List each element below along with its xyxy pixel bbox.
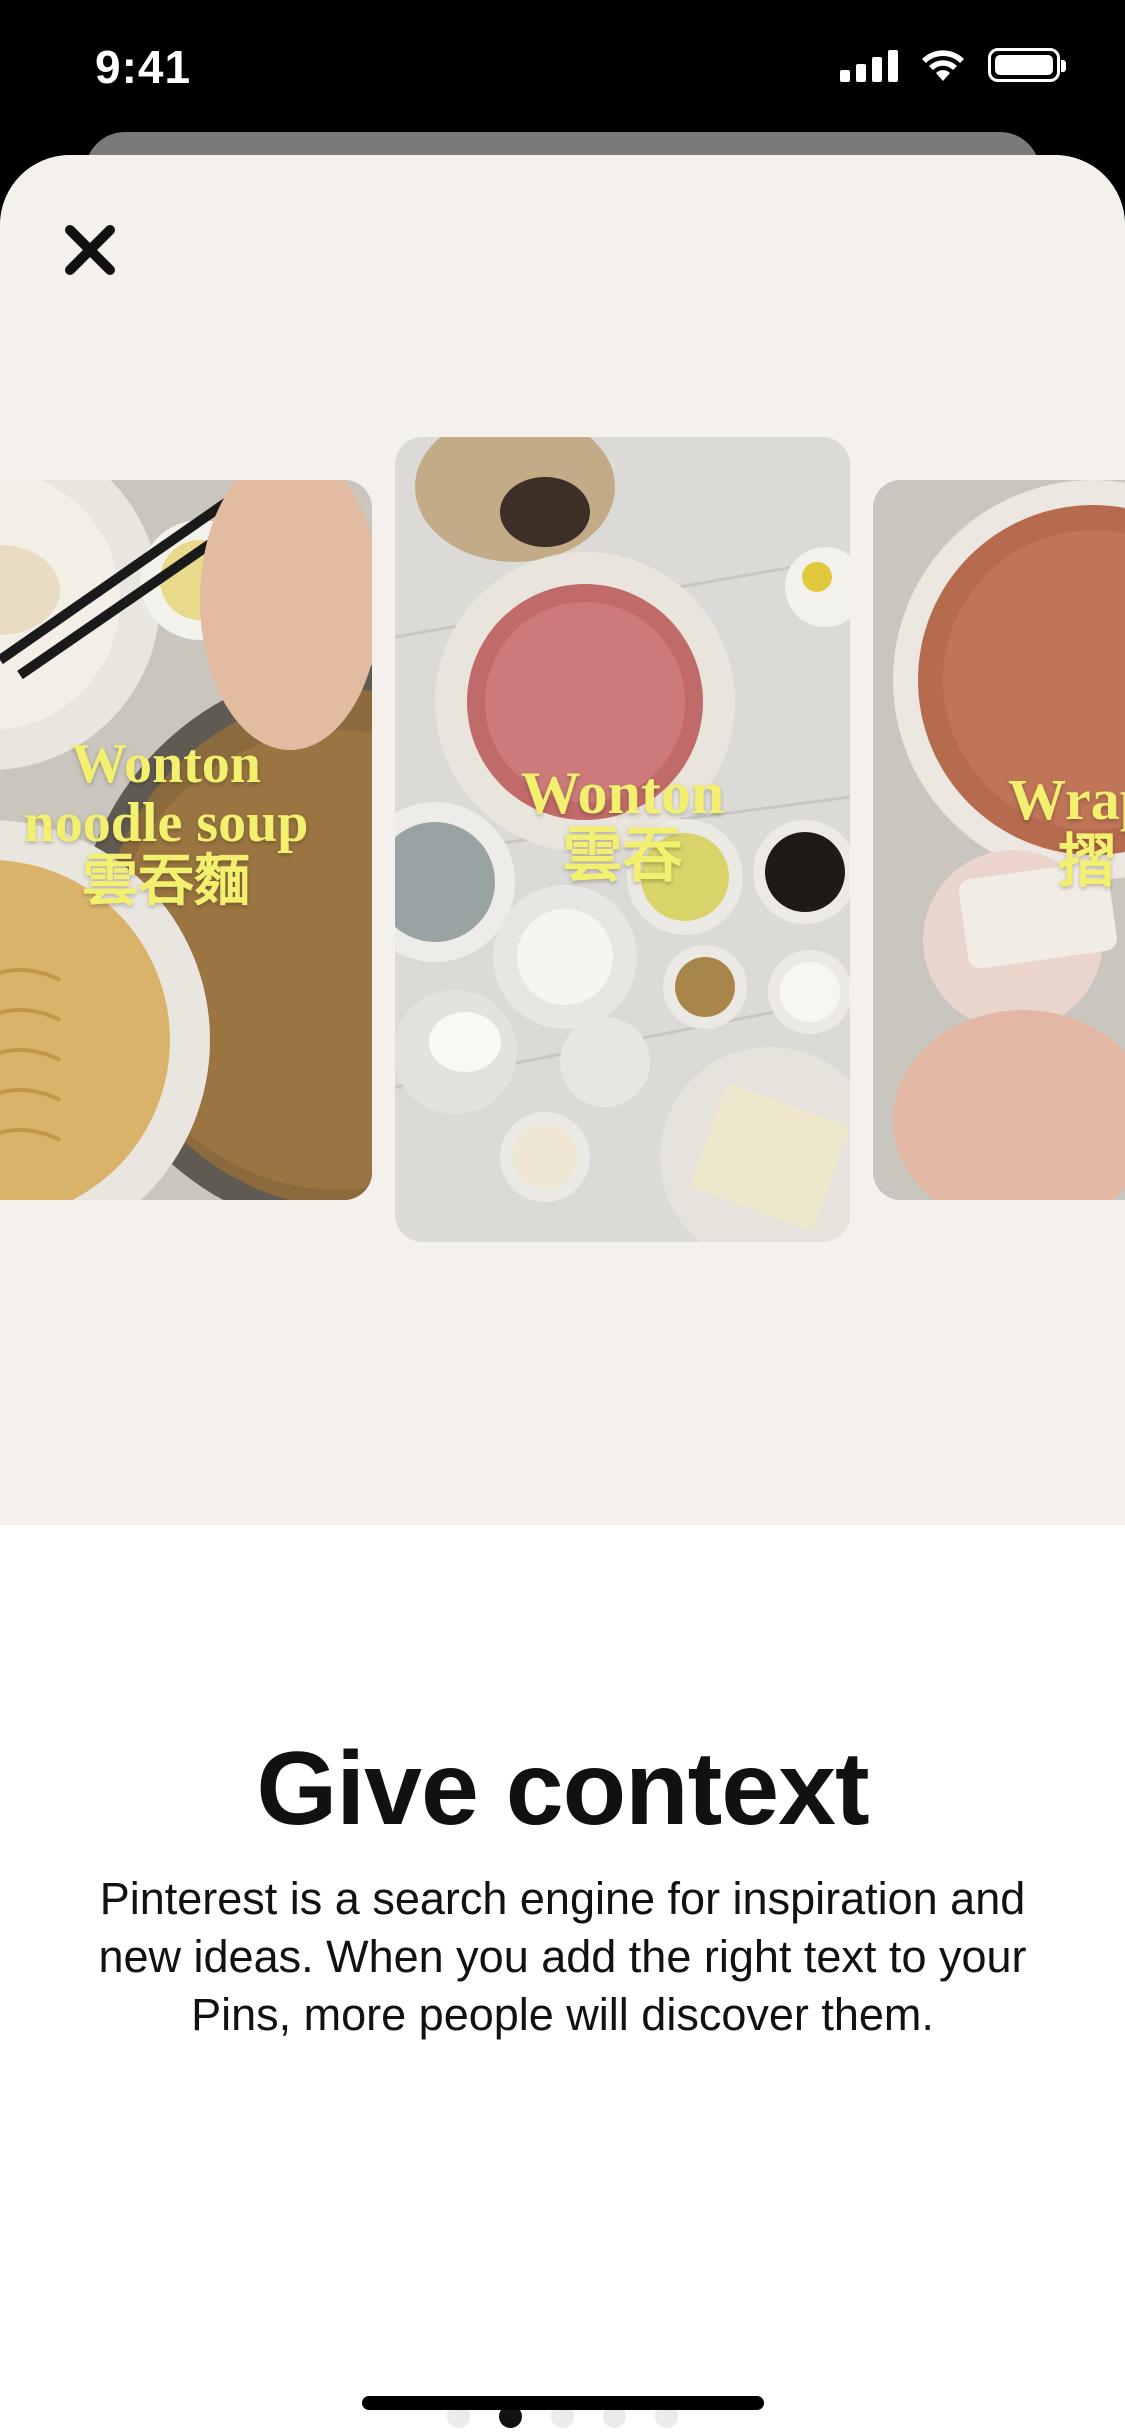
onboarding-title: Give context xyxy=(256,1731,869,1847)
pin-title-line: Wrap xyxy=(1008,767,1125,832)
pin-title-line: 摺 xyxy=(1058,826,1117,895)
pin-title-left: Wonton noodle soup 雲吞麵 xyxy=(0,735,372,911)
pin-title-line: 雲吞 xyxy=(562,821,683,891)
pin-card-wrap[interactable]: Wrap 摺 xyxy=(873,480,1125,1200)
cellular-signal-icon xyxy=(840,48,898,82)
pin-card-wonton-noodle-soup[interactable]: Wonton noodle soup 雲吞麵 xyxy=(0,480,372,1200)
pin-title-line: 雲吞麵 xyxy=(82,848,250,914)
onboarding-sheet: Wonton noodle soup 雲吞麵 Wonton 雲吞 Wra 摺 G… xyxy=(0,155,1125,2436)
pin-title-line: Wonton xyxy=(520,760,725,826)
pin-card-wonton[interactable]: Wonton 雲吞 xyxy=(395,437,850,1242)
battery-icon xyxy=(988,48,1066,82)
pin-carousel[interactable]: Wonton noodle soup 雲吞麵 Wonton 雲吞 Wra 摺 xyxy=(0,155,1125,1525)
pin-title-center: Wonton 雲吞 xyxy=(395,762,850,888)
status-icons xyxy=(840,48,1066,82)
status-bar: 9:41 xyxy=(0,0,1125,140)
pin-title-right: Wrap 摺 xyxy=(1008,767,1125,895)
status-time: 9:41 xyxy=(95,41,192,93)
close-icon xyxy=(65,225,115,275)
close-button[interactable] xyxy=(55,215,125,285)
onboarding-description: Pinterest is a search engine for inspira… xyxy=(98,1873,1027,2040)
home-indicator[interactable] xyxy=(362,2396,764,2410)
pin-title-line: noodle soup xyxy=(23,791,309,854)
wifi-icon xyxy=(922,50,964,81)
pin-title-line: Wonton xyxy=(71,733,261,795)
